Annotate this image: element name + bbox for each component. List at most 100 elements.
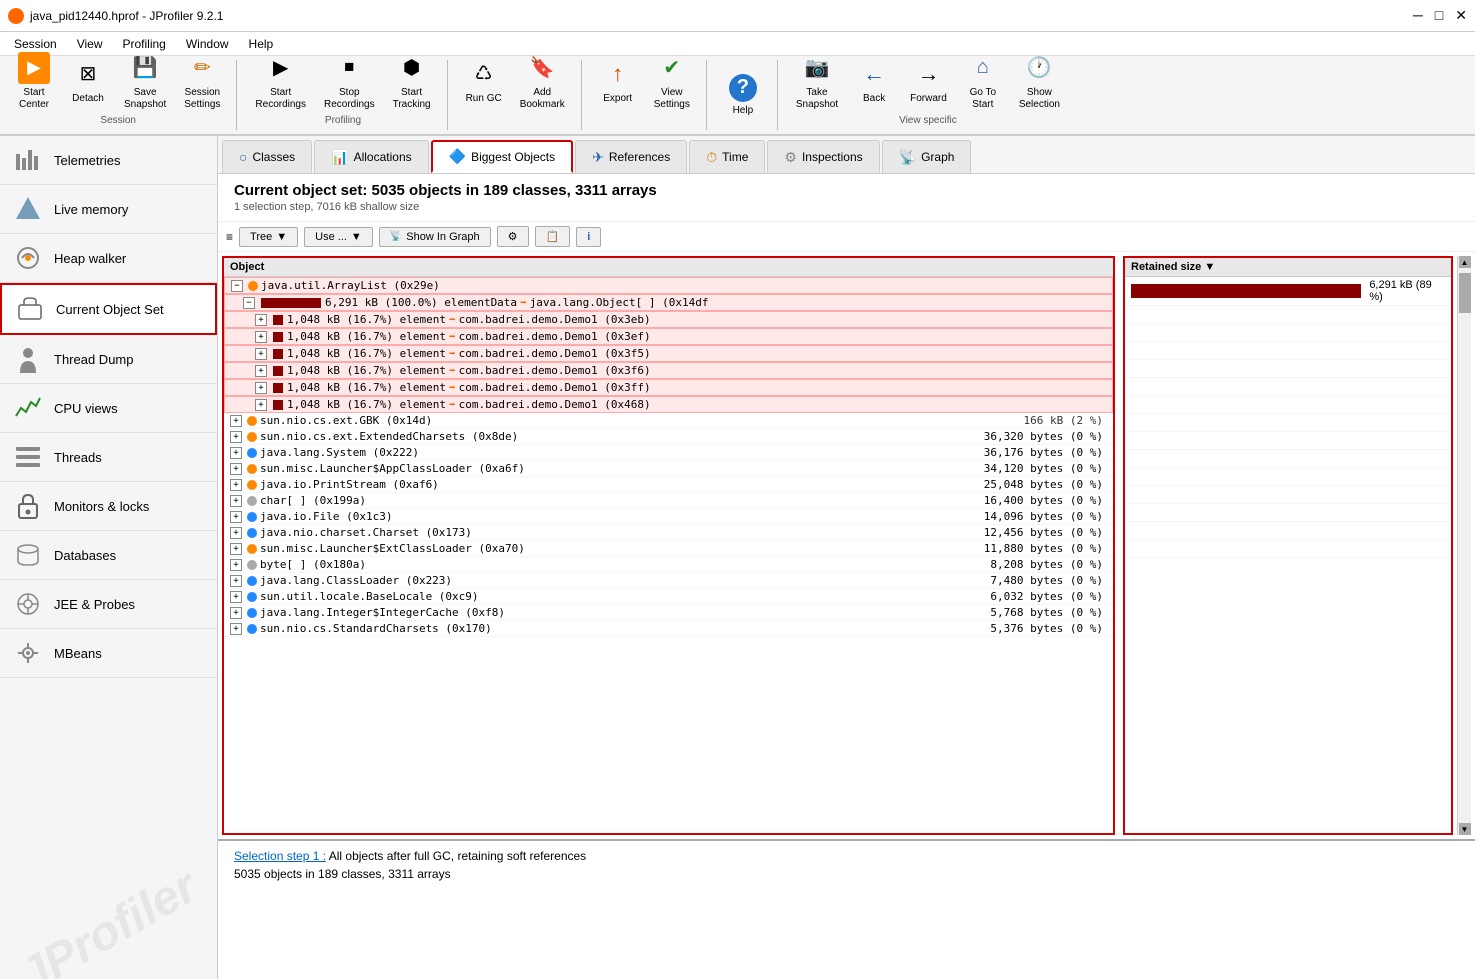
sidebar-item-heap-walker[interactable]: Heap walker xyxy=(0,234,217,283)
expand-icon[interactable]: + xyxy=(230,527,242,539)
tab-references[interactable]: ✈ References xyxy=(575,140,687,173)
expand-icon[interactable]: + xyxy=(230,447,242,459)
info-button[interactable]: i xyxy=(576,227,601,247)
sidebar-item-current-object-set[interactable]: Current Object Set xyxy=(0,283,217,335)
expand-icon[interactable]: + xyxy=(230,479,242,491)
expand-icon[interactable]: + xyxy=(255,382,267,394)
start-tracking-button[interactable]: ⬢ StartTracking xyxy=(385,47,439,115)
table-row: + 1,048 kB (16.7%) element ➡ com.badrei.… xyxy=(224,311,1113,328)
expand-icon[interactable]: + xyxy=(230,607,242,619)
sidebar-item-jee-probes[interactable]: JEE & Probes xyxy=(0,580,217,629)
expand-icon[interactable]: − xyxy=(231,280,243,292)
expand-icon[interactable]: + xyxy=(230,415,242,427)
view-settings-button[interactable]: ✔ ViewSettings xyxy=(646,47,698,115)
run-gc-icon: ♺ xyxy=(468,58,500,90)
expand-icon[interactable]: + xyxy=(255,314,267,326)
selection-step-link[interactable]: Selection step 1 : xyxy=(234,849,326,863)
window-controls[interactable]: ─ □ ✕ xyxy=(1413,7,1467,24)
row-text: 6,291 kB (100.0%) elementData xyxy=(325,296,517,309)
go-to-start-button[interactable]: ⌂ Go ToStart xyxy=(957,47,1009,115)
mbeans-label: MBeans xyxy=(54,646,102,661)
tab-inspections[interactable]: ⚙ Inspections xyxy=(767,140,879,173)
sidebar-item-telemetries[interactable]: Telemetries xyxy=(0,136,217,185)
expand-icon[interactable]: + xyxy=(230,463,242,475)
maximize-button[interactable]: □ xyxy=(1435,7,1443,24)
expand-icon[interactable]: + xyxy=(230,575,242,587)
tab-biggest-objects[interactable]: 🔷 Biggest Objects xyxy=(431,140,573,173)
expand-icon[interactable]: + xyxy=(230,623,242,635)
row-extra: com.badrei.demo.Demo1 (0x3f5) xyxy=(459,347,651,360)
expand-icon[interactable]: + xyxy=(255,365,267,377)
save-snapshot-button[interactable]: 💾 SaveSnapshot xyxy=(116,47,174,115)
tree-view-button[interactable]: Tree ▼ xyxy=(239,227,298,247)
arrow-icon: ➡ xyxy=(449,398,456,411)
use-button[interactable]: Use ... ▼ xyxy=(304,227,373,247)
start-center-button[interactable]: ▶ StartCenter xyxy=(8,47,60,115)
export-button[interactable]: ↑ Export xyxy=(592,47,644,115)
sidebar-item-databases[interactable]: Databases xyxy=(0,531,217,580)
jee-probes-label: JEE & Probes xyxy=(54,597,135,612)
table-row: + java.io.File (0x1c3) 14,096 bytes (0 %… xyxy=(224,509,1113,525)
show-selection-button[interactable]: 🕐 ShowSelection xyxy=(1011,47,1068,115)
export-label: Export xyxy=(603,93,632,105)
add-bookmark-button[interactable]: 🔖 AddBookmark xyxy=(512,47,573,115)
heap-walker-icon xyxy=(12,242,44,274)
tab-classes[interactable]: ○ Classes xyxy=(222,140,312,173)
size-text: 36,320 bytes (0 %) xyxy=(984,430,1103,443)
sidebar-item-live-memory[interactable]: Live memory xyxy=(0,185,217,234)
close-button[interactable]: ✕ xyxy=(1455,7,1467,24)
expand-icon[interactable]: + xyxy=(255,331,267,343)
tab-graph[interactable]: 📡 Graph xyxy=(882,140,972,173)
retained-header-label: Retained size ▼ xyxy=(1131,261,1215,273)
run-gc-button[interactable]: ♺ Run GC xyxy=(458,47,510,115)
scroll-thumb[interactable] xyxy=(1459,273,1471,313)
detach-button[interactable]: ⊠ Detach xyxy=(62,47,114,115)
expand-icon[interactable]: + xyxy=(230,511,242,523)
table-row: + 1,048 kB (16.7%) element ➡ com.badrei.… xyxy=(224,379,1113,396)
sidebar-item-monitors-locks[interactable]: Monitors & locks xyxy=(0,482,217,531)
help-button[interactable]: ? Help xyxy=(717,61,769,129)
tab-inspections-label: Inspections xyxy=(802,150,863,164)
expand-icon[interactable]: + xyxy=(230,495,242,507)
row-text: sun.util.locale.BaseLocale (0xc9) xyxy=(260,590,990,603)
sidebar-item-thread-dump[interactable]: Thread Dump xyxy=(0,335,217,384)
start-recordings-icon: ▶ xyxy=(265,52,297,84)
back-button[interactable]: ← Back xyxy=(848,47,900,115)
row-text: java.lang.Integer$IntegerCache (0xf8) xyxy=(260,606,990,619)
expand-icon[interactable]: + xyxy=(255,399,267,411)
size-text: 7,480 bytes (0 %) xyxy=(990,574,1103,587)
table-row: + java.lang.ClassLoader (0x223) 7,480 by… xyxy=(224,573,1113,589)
scroll-up-button[interactable]: ▲ xyxy=(1459,256,1471,268)
expand-icon[interactable]: + xyxy=(230,431,242,443)
start-recordings-button[interactable]: ▶ StartRecordings xyxy=(247,47,314,115)
sidebar-item-threads[interactable]: Threads xyxy=(0,433,217,482)
session-settings-button[interactable]: ✏ SessionSettings xyxy=(176,47,228,115)
arrow-icon: ➡ xyxy=(449,381,456,394)
sidebar-item-cpu-views[interactable]: CPU views xyxy=(0,384,217,433)
table-row: + java.lang.Integer$IntegerCache (0xf8) … xyxy=(224,605,1113,621)
scrollbar[interactable]: ▲ ▼ xyxy=(1457,256,1471,835)
forward-button[interactable]: → Forward xyxy=(902,47,955,115)
show-in-graph-button[interactable]: 📡 Show In Graph xyxy=(379,227,491,247)
scroll-down-button[interactable]: ▼ xyxy=(1459,823,1471,835)
expand-icon[interactable]: + xyxy=(255,348,267,360)
row-text: byte[ ] (0x180a) xyxy=(260,558,990,571)
export-table-button[interactable]: 📋 xyxy=(535,226,571,247)
sidebar-item-mbeans[interactable]: MBeans xyxy=(0,629,217,678)
expand-icon[interactable]: + xyxy=(230,559,242,571)
tab-time[interactable]: ⏱ Time xyxy=(689,140,765,173)
tab-references-label: References xyxy=(609,150,670,164)
tab-allocations[interactable]: 📊 Allocations xyxy=(314,140,428,173)
window-title: java_pid12440.hprof - JProfiler 9.2.1 xyxy=(30,9,223,23)
expand-icon[interactable]: + xyxy=(230,591,242,603)
take-snapshot-button[interactable]: 📷 TakeSnapshot xyxy=(788,47,846,115)
expand-icon[interactable]: − xyxy=(243,297,255,309)
minimize-button[interactable]: ─ xyxy=(1413,7,1423,24)
session-settings-icon: ✏ xyxy=(186,52,218,84)
thread-dump-label: Thread Dump xyxy=(54,352,133,367)
obj-dot xyxy=(247,464,257,474)
expand-icon[interactable]: + xyxy=(230,543,242,555)
stop-recordings-label: StopRecordings xyxy=(324,87,375,111)
settings-button[interactable]: ⚙ xyxy=(497,226,529,247)
stop-recordings-button[interactable]: ⏹ StopRecordings xyxy=(316,47,383,115)
